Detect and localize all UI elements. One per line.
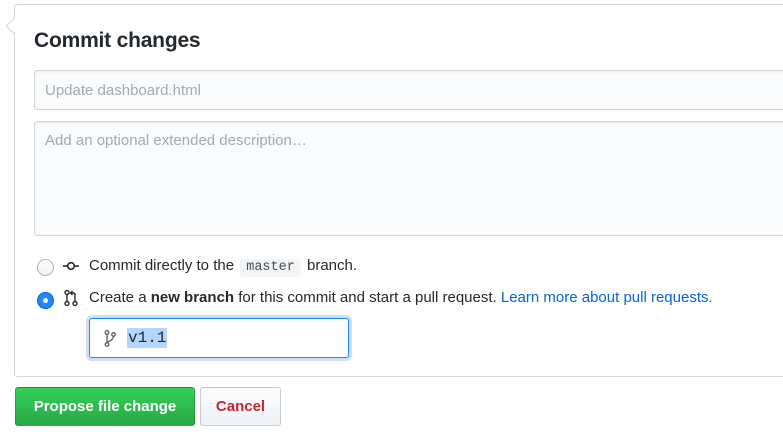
new-branch-radio[interactable]: [37, 292, 54, 309]
branch-name-value: v1.1: [127, 328, 168, 348]
new-branch-bold: new branch: [150, 289, 235, 306]
new-branch-label: Create a new branch for this commit and …: [89, 289, 713, 306]
commit-description-input[interactable]: [34, 121, 783, 236]
master-branch-name: master: [240, 259, 301, 277]
learn-more-link[interactable]: Learn more about pull requests.: [501, 289, 713, 306]
commit-summary-input[interactable]: [34, 70, 783, 110]
git-branch-icon: [104, 330, 116, 347]
cancel-button[interactable]: Cancel: [200, 387, 281, 426]
git-pull-request-icon: [64, 289, 78, 307]
commit-direct-suffix: branch.: [307, 257, 358, 274]
page-title: Commit changes: [34, 29, 201, 52]
propose-file-change-button[interactable]: Propose file change: [15, 387, 195, 426]
new-branch-middle: for this commit and start a pull request…: [238, 289, 497, 306]
commit-direct-prefix: Commit directly to the: [89, 257, 235, 274]
commit-direct-radio[interactable]: [37, 259, 54, 276]
git-commit-icon: [63, 261, 79, 271]
branch-name-input[interactable]: v1.1: [89, 318, 349, 358]
commit-direct-label: Commit directly to the master branch.: [89, 257, 357, 277]
new-branch-prefix: Create a: [89, 289, 147, 306]
